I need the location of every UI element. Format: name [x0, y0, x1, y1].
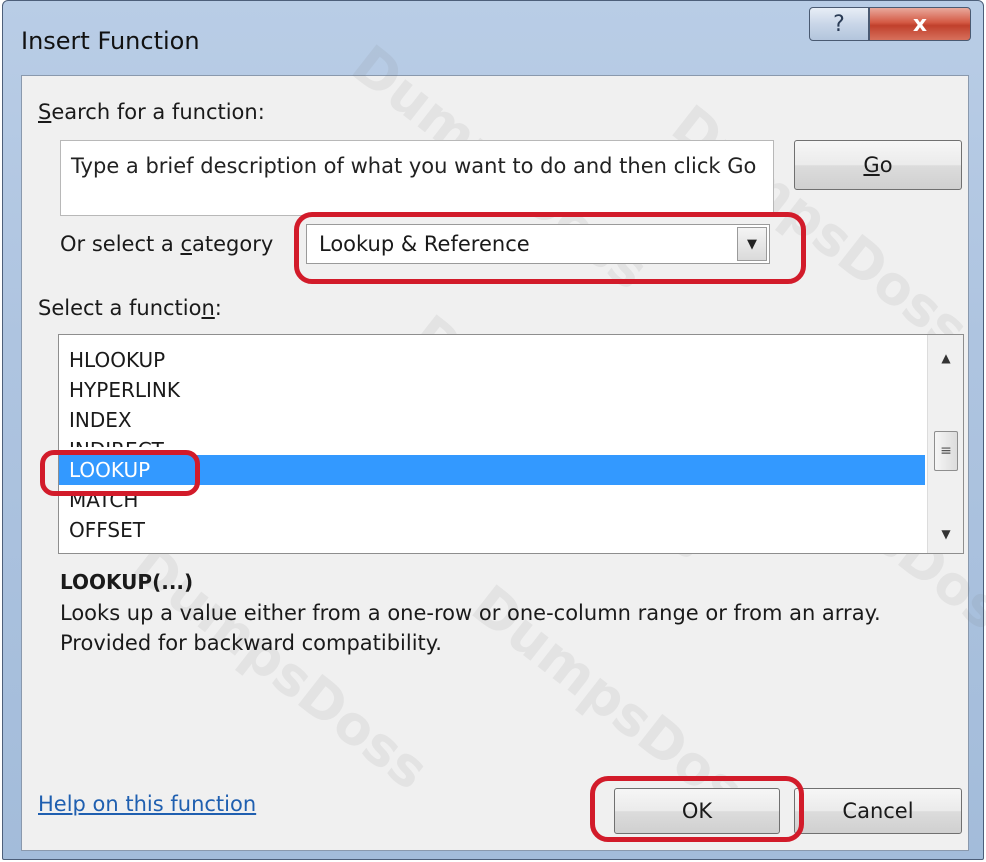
- function-list-items: HLOOKUP HYPERLINK INDEX INDIRECT LOOKUP …: [59, 345, 925, 545]
- list-item-selected[interactable]: LOOKUP: [59, 455, 925, 485]
- list-item[interactable]: HLOOKUP: [59, 345, 925, 375]
- dialog-title: Insert Function: [21, 27, 200, 55]
- list-item[interactable]: OFFSET: [59, 515, 925, 545]
- vertical-scrollbar[interactable]: ▲ ≡ ▼: [927, 335, 963, 553]
- dropdown-arrow-button[interactable]: ▼: [737, 227, 767, 261]
- help-button[interactable]: ?: [809, 7, 869, 41]
- category-label: Or select a category: [60, 232, 274, 256]
- search-label: Search for a function:: [38, 100, 265, 124]
- function-list-label: Select a function:: [38, 296, 222, 320]
- scroll-thumb[interactable]: ≡: [934, 431, 958, 471]
- function-list[interactable]: HLOOKUP HYPERLINK INDEX INDIRECT LOOKUP …: [58, 334, 964, 554]
- scroll-down-icon[interactable]: ▼: [928, 519, 963, 549]
- cancel-button[interactable]: Cancel: [794, 788, 962, 834]
- go-button[interactable]: Go: [794, 140, 962, 190]
- close-icon: x: [912, 11, 928, 37]
- list-item[interactable]: MATCH: [59, 485, 925, 515]
- question-mark-icon: ?: [833, 11, 845, 37]
- insert-function-dialog: Insert Function ? x DumpsDoss DumpsDoss …: [2, 0, 986, 860]
- function-signature: LOOKUP(...): [60, 570, 194, 594]
- title-bar[interactable]: Insert Function ? x: [3, 1, 983, 75]
- function-description: Looks up a value either from a one-row o…: [60, 601, 881, 655]
- list-item[interactable]: INDEX: [59, 405, 925, 435]
- chevron-down-icon: ▼: [747, 236, 757, 252]
- dialog-body: DumpsDoss DumpsDoss DumpsDoss DumpsDoss …: [21, 33, 986, 851]
- scroll-up-icon[interactable]: ▲: [928, 343, 963, 373]
- ok-button[interactable]: OK: [614, 788, 780, 834]
- close-button[interactable]: x: [869, 7, 971, 41]
- list-item[interactable]: INDIRECT: [59, 435, 925, 447]
- list-item[interactable]: HYPERLINK: [59, 375, 925, 405]
- category-select[interactable]: Lookup & Reference ▼: [306, 224, 770, 264]
- category-selected-value: Lookup & Reference: [319, 232, 530, 256]
- search-input[interactable]: Type a brief description of what you wan…: [60, 140, 774, 216]
- help-on-function-link[interactable]: Help on this function: [38, 792, 256, 816]
